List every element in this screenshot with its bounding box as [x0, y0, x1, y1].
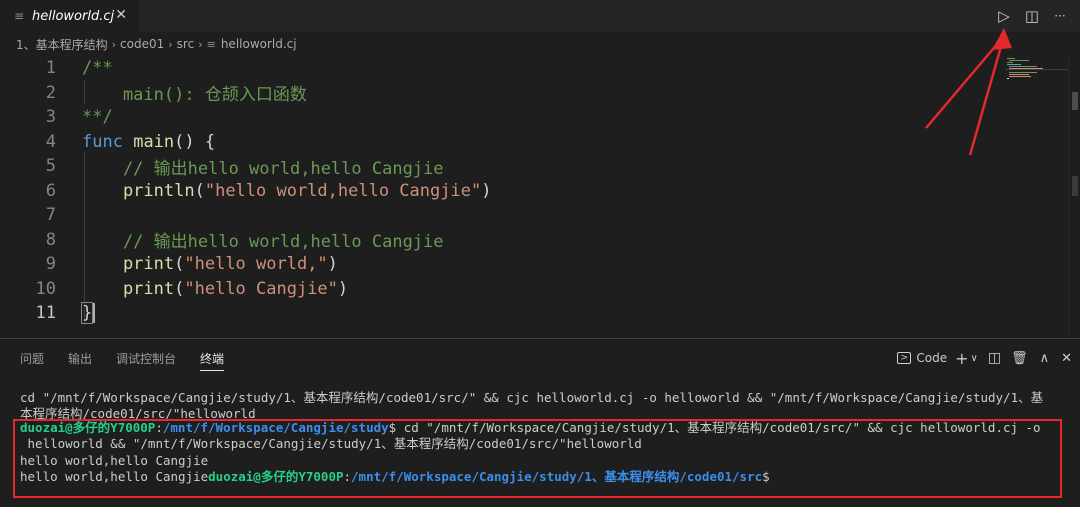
- terminal-name: Code: [916, 351, 948, 365]
- close-panel-icon[interactable]: ✕: [1061, 346, 1072, 370]
- code-text: println("hello world,hello Cangjie"): [82, 180, 492, 201]
- string-literal: "hello world,hello Cangjie": [204, 180, 482, 201]
- string-literal: "hello world,": [184, 254, 328, 275]
- function-name: print: [82, 278, 175, 299]
- tab-output[interactable]: 输出: [68, 339, 92, 377]
- tab-terminal[interactable]: 终端: [200, 339, 225, 377]
- line-number: 10: [35, 278, 56, 299]
- code-line[interactable]: 11 }: [0, 301, 1068, 326]
- line-number: 8: [45, 229, 56, 250]
- breadcrumb-item-file[interactable]: helloworld.cj: [221, 37, 297, 51]
- punctuation: () {: [174, 131, 216, 152]
- code-text: **/: [82, 107, 113, 128]
- bracket-match-highlight: [81, 302, 93, 324]
- line-number: 3: [45, 107, 56, 128]
- function-name: println: [82, 180, 195, 201]
- code-text: main(): 仓颉入口函数: [82, 85, 307, 106]
- file-lines-icon: ≡: [206, 37, 216, 51]
- scrollbar-thumb[interactable]: [1072, 176, 1078, 196]
- code-text: func main() {: [82, 132, 215, 152]
- code-text: /**: [82, 58, 113, 79]
- annotation-highlight-box: [13, 419, 1062, 498]
- punctuation: (: [194, 180, 205, 201]
- code-text: print("hello world,"): [82, 254, 338, 274]
- breadcrumb-item-folder[interactable]: 1、基本程序结构: [16, 36, 108, 53]
- punctuation: ): [327, 254, 338, 275]
- breadcrumb-item-src[interactable]: src: [177, 37, 195, 51]
- punctuation: ): [337, 278, 349, 299]
- code-line[interactable]: 10 print("hello Cangjie"): [0, 277, 1068, 302]
- punctuation: ): [481, 180, 492, 201]
- code-text: // 输出hello world,hello Cangjie: [82, 158, 444, 179]
- chevron-right-icon: ›: [111, 37, 117, 51]
- scrollbar-thumb[interactable]: [1072, 92, 1078, 110]
- line-number: 4: [45, 131, 56, 152]
- string-literal: "hello Cangjie": [184, 278, 338, 299]
- line-number: 7: [45, 205, 56, 226]
- breadcrumb-item-code01[interactable]: code01: [120, 37, 164, 51]
- chevron-right-icon: ›: [168, 37, 173, 51]
- code-line[interactable]: 8 // 输出hello world,hello Cangjie: [0, 228, 1068, 253]
- split-terminal-icon[interactable]: ◫: [988, 346, 1001, 370]
- annotation-arrowhead: [992, 28, 1012, 50]
- close-icon[interactable]: ✕: [115, 7, 127, 23]
- vertical-scrollbar[interactable]: [1068, 56, 1080, 338]
- more-actions-icon[interactable]: ···: [1046, 2, 1074, 30]
- punctuation: (: [174, 278, 185, 299]
- line-number: 9: [45, 254, 56, 275]
- code-text: print("hello Cangjie"): [82, 279, 348, 299]
- panel-actions: > Code + ∨ ◫ 🗑 ∧ ✕: [889, 339, 1072, 377]
- line-number: 5: [45, 156, 56, 177]
- trash-icon[interactable]: 🗑: [1011, 346, 1028, 370]
- add-terminal-icon[interactable]: +: [955, 346, 968, 370]
- line-number: 1: [45, 58, 56, 79]
- code-line[interactable]: 9 print("hello world,"): [0, 252, 1068, 277]
- tab-debug-console[interactable]: 调试控制台: [116, 339, 176, 377]
- keyword: func: [82, 131, 123, 152]
- tab-helloworld[interactable]: ≡ helloworld.cj ✕: [0, 0, 140, 32]
- line-number: 2: [45, 82, 56, 103]
- code-line[interactable]: 6 println("hello world,hello Cangjie"): [0, 179, 1068, 204]
- chevron-down-icon[interactable]: ∨: [971, 346, 978, 370]
- code-text: // 输出hello world,hello Cangjie: [82, 232, 444, 253]
- function-name: print: [82, 254, 175, 275]
- maximize-panel-icon[interactable]: ∧: [1040, 346, 1050, 370]
- function-name: main: [133, 131, 175, 152]
- terminal-line: cd "/mnt/f/Workspace/Cangjie/study/1、基本程…: [20, 390, 1044, 405]
- terminal-selector[interactable]: > Code: [897, 346, 947, 370]
- annotation-arrow: [925, 28, 1012, 156]
- line-number: 6: [45, 180, 56, 201]
- terminal-icon: >: [897, 352, 912, 364]
- annotation-arrow-line: [968, 35, 1006, 156]
- punctuation: (: [174, 254, 185, 275]
- tab-title: helloworld.cj: [32, 8, 115, 24]
- chevron-right-icon: ›: [198, 37, 203, 51]
- tab-problems[interactable]: 问题: [20, 339, 44, 377]
- code-line[interactable]: 7: [0, 203, 1068, 228]
- file-lines-icon: ≡: [14, 9, 25, 23]
- text-cursor: [93, 303, 95, 323]
- line-number: 11: [35, 303, 56, 324]
